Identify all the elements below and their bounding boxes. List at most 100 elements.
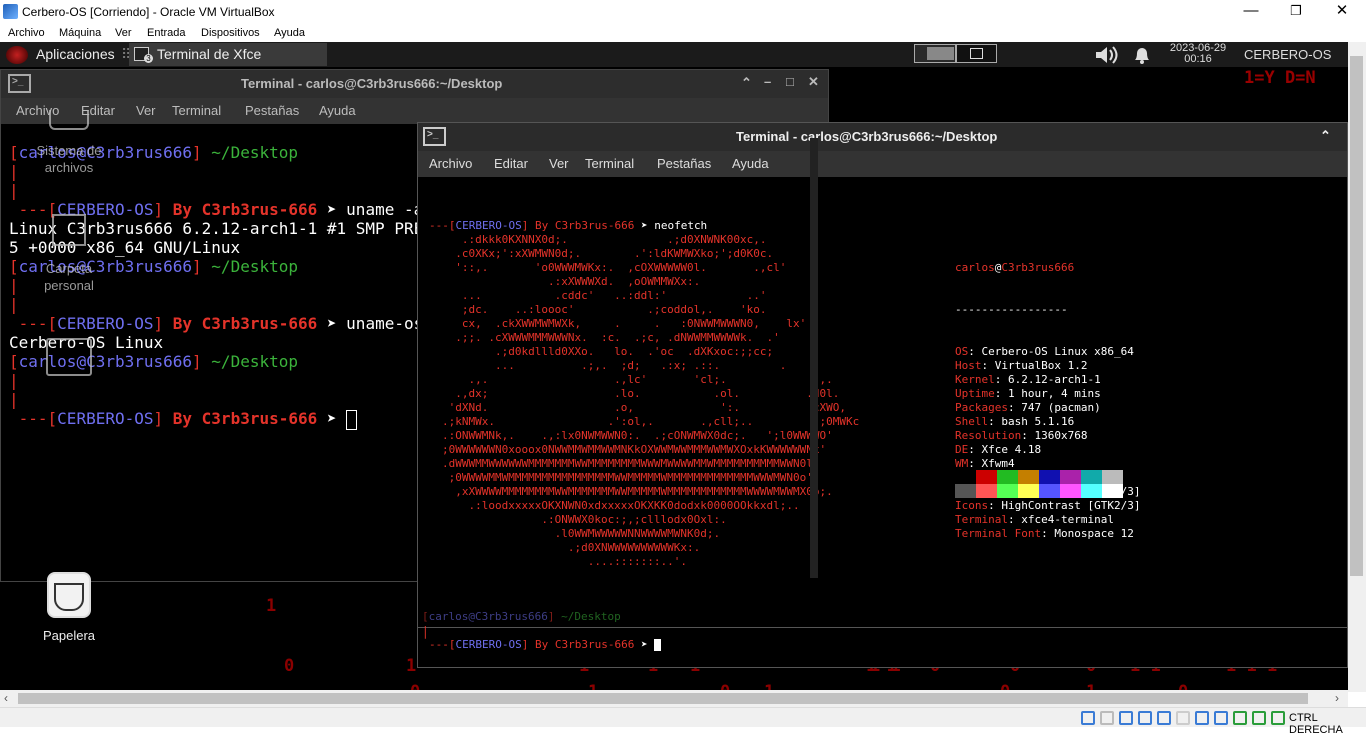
close-button[interactable]: ✕: [1319, 0, 1365, 24]
palette-swatch: [1039, 470, 1060, 484]
taskbar-terminal-button[interactable]: 3 Terminal de Xfce: [129, 43, 327, 66]
terminal-icon: >_: [423, 127, 446, 146]
window-title: Terminal - carlos@C3rb3rus666:~/Desktop: [736, 129, 998, 144]
info-separator: -----------------: [955, 303, 1068, 316]
scroll-right-icon[interactable]: ›: [1335, 691, 1339, 705]
logo-line: cx, .ckXWWMWMWXk, . . :0NWWMWWWN0, lx': [442, 317, 807, 330]
logo-line: .;d0XNWWWWWWWWWWKx:.: [442, 541, 701, 554]
icon-label: Carpeta personal: [44, 261, 94, 293]
status-device-icon[interactable]: [1100, 711, 1114, 725]
terminal-titlebar[interactable]: >_ Terminal - carlos@C3rb3rus666:~/Deskt…: [1, 70, 828, 98]
workspace-1[interactable]: [914, 44, 956, 63]
palette-swatch: [997, 470, 1018, 484]
info-row: Resolution: 1360x768: [955, 429, 1088, 442]
info-header: carlos@C3rb3rus666: [955, 261, 1075, 274]
status-device-icon[interactable]: [1252, 711, 1266, 725]
task-label: Terminal de Xfce: [157, 46, 262, 62]
palette-swatch: [1060, 470, 1081, 484]
clock[interactable]: 2023-06-29 00:16: [1163, 43, 1233, 65]
logo-line: ... .cddc' ..:ddl:' ..': [442, 289, 767, 302]
status-device-icon[interactable]: [1176, 711, 1190, 725]
desktop-icon-trash[interactable]: Papelera: [14, 572, 124, 643]
palette-swatch: [955, 470, 976, 484]
rain-glyph: 1: [266, 596, 277, 616]
menu-archivo[interactable]: Archivo: [8, 27, 45, 39]
icon-label: Papelera: [42, 628, 96, 643]
bell-icon[interactable]: [1130, 45, 1154, 65]
palette-swatch: [1060, 484, 1081, 498]
scroll-thumb[interactable]: [18, 693, 1308, 704]
scroll-left-icon[interactable]: ‹: [4, 691, 8, 705]
minimize-icon[interactable]: –: [764, 74, 771, 89]
cerbero-menu-icon[interactable]: [6, 46, 28, 64]
neofetch-ascii-logo: .:dkkk0KXNNX0d;. .;d0XNWNK00xc,. .c0XKx;…: [442, 233, 862, 565]
logo-line: ;dc. ..:loooc' .;coddol,. 'ko.: [442, 303, 767, 316]
logo-line: ;0WWWWWWN0xooox0NWWMMWMMWWMNKkOXWWMWWMMM…: [442, 443, 827, 456]
rain-glyph: 0: [284, 656, 295, 676]
chevron-up-icon[interactable]: ⌃: [1320, 128, 1331, 144]
guest-display[interactable]: 1=Y D=N 1101011100111 10101 11 1 11 1010…: [0, 42, 1348, 692]
menu-ver[interactable]: Ver: [136, 103, 156, 118]
status-device-icon[interactable]: [1081, 711, 1095, 725]
menu-ayuda[interactable]: Ayuda: [319, 103, 356, 118]
logo-line: .:xXWWWXd. ,oOWMMWXx:.: [442, 275, 701, 288]
menu-editar[interactable]: Editar: [494, 156, 528, 171]
menu-terminal[interactable]: Terminal: [172, 103, 221, 118]
status-device-icon[interactable]: [1233, 711, 1247, 725]
host-key-label: CTRL DERECHA: [1289, 712, 1343, 736]
palette-swatch: [1102, 470, 1123, 484]
maximize-button[interactable]: ❐: [1273, 0, 1319, 24]
horizontal-scrollbar[interactable]: ‹ ›: [0, 690, 1348, 707]
chevron-up-icon[interactable]: ⌃: [741, 75, 752, 91]
status-device-icon[interactable]: [1119, 711, 1133, 725]
speaker-icon[interactable]: [1094, 45, 1122, 65]
logo-line: .,dx; .lo. .ol. .d0l.: [442, 387, 840, 400]
desktop-icon-filesystem[interactable]: Sistema de archivos: [14, 110, 124, 176]
menu-ayuda[interactable]: Ayuda: [732, 156, 769, 171]
workspace-2[interactable]: [956, 44, 997, 63]
terminal-window-front-bottom[interactable]: | ---[CERBERO-OS] By C3rb3rus-666 ➤: [417, 626, 1348, 668]
status-device-icon[interactable]: [1195, 711, 1209, 725]
status-device-icon[interactable]: [1271, 711, 1285, 725]
menu-entrada[interactable]: Entrada: [147, 27, 186, 39]
menu-dispositivos[interactable]: Dispositivos: [201, 27, 260, 39]
scroll-thumb[interactable]: [1350, 56, 1363, 576]
vertical-scrollbar[interactable]: [1348, 42, 1366, 692]
terminal-titlebar[interactable]: >_ Terminal - carlos@C3rb3rus666:~/Deskt…: [418, 123, 1347, 151]
status-device-icon[interactable]: [1138, 711, 1152, 725]
maximize-icon[interactable]: □: [786, 74, 794, 89]
status-device-icon[interactable]: [1157, 711, 1171, 725]
menu-pestanas[interactable]: Pestañas: [657, 156, 711, 171]
desktop-icon-home[interactable]: Carpeta personal: [14, 214, 124, 294]
close-icon[interactable]: ✕: [808, 74, 819, 90]
applications-menu[interactable]: Aplicaciones: [36, 46, 115, 62]
prompt-bar: |: [422, 626, 429, 639]
menu-maquina[interactable]: Máquina: [59, 27, 101, 39]
status-device-icon[interactable]: [1214, 711, 1228, 725]
menu-pestanas[interactable]: Pestañas: [245, 103, 299, 118]
workspace-window-preview: [927, 47, 954, 60]
folder-icon: [46, 338, 92, 376]
terminal-scrollbar[interactable]: [810, 138, 818, 578]
desktop-icon-folder[interactable]: [14, 338, 124, 376]
menu-ver[interactable]: Ver: [115, 27, 132, 39]
prompt-line-1: [carlos@C3rb3rus666] ~/Desktop: [422, 610, 621, 623]
virtualbox-logo-icon: [3, 4, 18, 19]
vbox-statusbar: CTRL DERECHA: [0, 707, 1366, 736]
menu-ver[interactable]: Ver: [549, 156, 569, 171]
trash-icon: [47, 572, 91, 618]
logo-line: '::,. 'o0WWWMWKx:. ,cOXWWWWW0l. .,cl': [442, 261, 787, 274]
logo-line: .;d0kdllld0XXo. lo. .'oc .dXKxoc:;;cc;: [442, 345, 774, 358]
palette-swatch: [1018, 484, 1039, 498]
menu-terminal[interactable]: Terminal: [585, 156, 634, 171]
palette-swatch: [997, 484, 1018, 498]
minimize-button[interactable]: —: [1228, 0, 1274, 24]
color-palette: [955, 470, 1123, 498]
info-row: Uptime: 1 hour, 4 mins: [955, 387, 1101, 400]
terminal-window-front[interactable]: >_ Terminal - carlos@C3rb3rus666:~/Deskt…: [417, 122, 1348, 637]
logo-line: .:loodxxxxxOKXNWN0xdxxxxxOKXKK0dodxk0000…: [442, 499, 800, 512]
menu-ayuda[interactable]: Ayuda: [274, 27, 305, 39]
logo-line: .:ONWWMNk,. .,:lx0NWMWWN0:. .;cONWMWX0dc…: [442, 429, 833, 442]
hostname-label: CERBERO-OS: [1244, 47, 1332, 62]
menu-archivo[interactable]: Archivo: [429, 156, 472, 171]
